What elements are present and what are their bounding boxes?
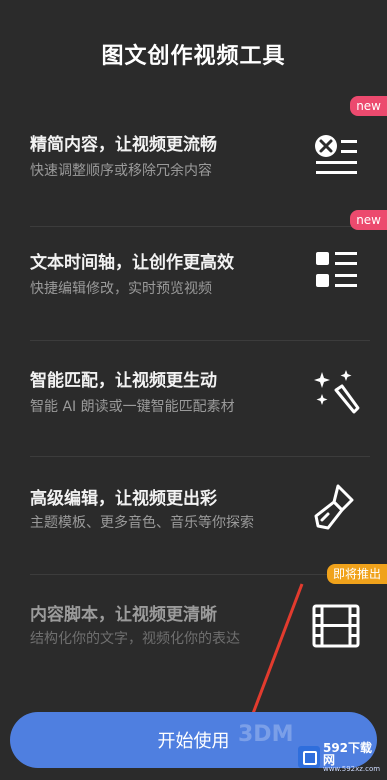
feature-item-advanced-edit: 高级编辑，让视频更出彩 主题模板、更多音色、音乐等你探索 <box>0 456 387 568</box>
feature-title: 高级编辑，让视频更出彩 <box>30 489 217 509</box>
watermark-overlay: 3DM <box>238 722 294 747</box>
new-badge: new <box>350 96 387 116</box>
watermark-url: www.592xz.com <box>322 764 381 773</box>
site-watermark: 592下载网 www.592xz.com <box>298 742 384 772</box>
feature-description: 主题模板、更多音色、音乐等你探索 <box>30 515 254 531</box>
feature-title: 精简内容，让视频更流畅 <box>30 135 217 155</box>
brush-icon <box>308 480 364 536</box>
new-badge: new <box>350 210 387 230</box>
coming-soon-badge: 即将推出 <box>326 564 387 584</box>
watermark-text: 592下载网 <box>322 740 373 767</box>
feature-description: 结构化你的文字，视频化你的表达 <box>30 631 240 647</box>
watermark-logo-icon <box>298 746 320 768</box>
feature-item-smart-match: 智能匹配，让视频更生动 智能 AI 朗读或一键智能匹配素材 <box>0 340 387 452</box>
magic-wand-icon <box>308 364 364 420</box>
feature-item-simplify: new 精简内容，让视频更流畅 快速调整顺序或移除冗余内容 <box>0 96 387 208</box>
page-title: 图文创作视频工具 <box>101 44 286 69</box>
feature-title: 内容脚本，让视频更清晰 <box>30 605 217 625</box>
feature-description: 快捷编辑修改，实时预览视频 <box>30 281 212 297</box>
feature-item-timeline: new 文本时间轴，让创作更高效 快捷编辑修改，实时预览视频 <box>0 208 387 320</box>
feature-description: 智能 AI 朗读或一键智能匹配素材 <box>30 399 235 415</box>
feature-description: 快速调整顺序或移除冗余内容 <box>30 163 212 179</box>
feature-title: 智能匹配，让视频更生动 <box>30 371 217 391</box>
feature-title: 文本时间轴，让创作更高效 <box>30 253 234 273</box>
remove-list-icon <box>308 126 364 182</box>
feature-item-script: 即将推出 内容脚本，让视频更清晰 结构化你的文字，视频化你的表达 <box>0 562 387 674</box>
timeline-list-icon <box>308 244 364 300</box>
